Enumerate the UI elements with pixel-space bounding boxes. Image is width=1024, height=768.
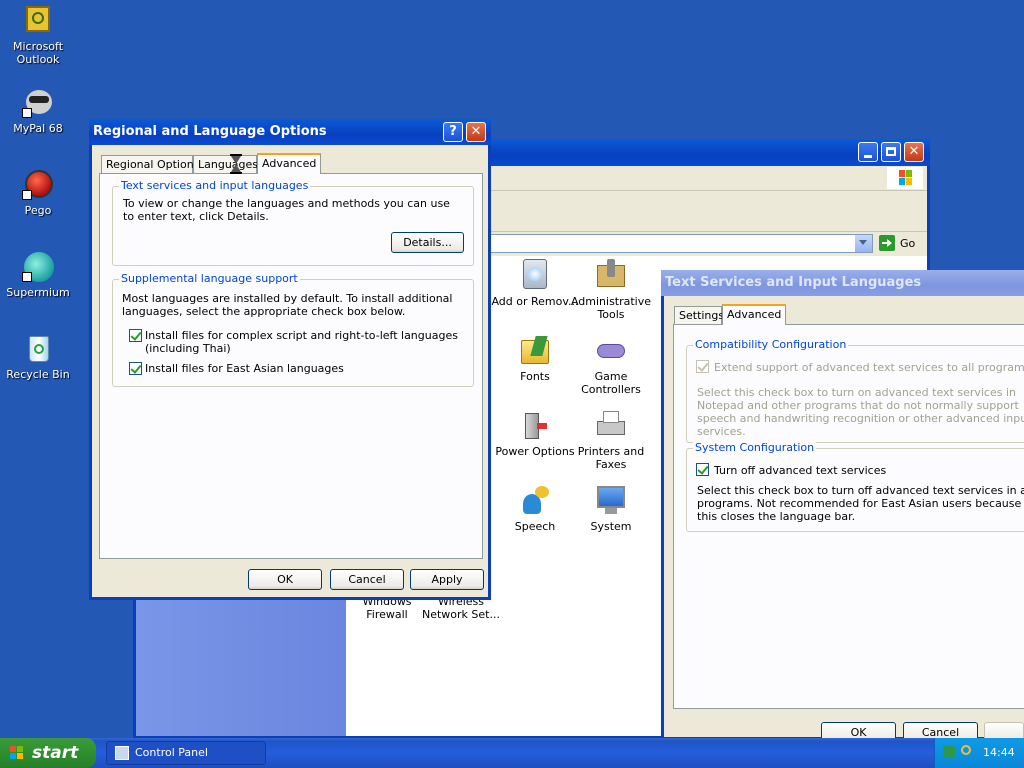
supplemental-group: Supplemental language support Most langu…: [112, 272, 474, 387]
taskbar-item-label: Control Panel: [135, 746, 208, 759]
text-services-group: Text services and input languages To vie…: [112, 179, 474, 266]
complex-script-checkbox[interactable]: [129, 329, 142, 342]
cancel-button[interactable]: Cancel: [330, 569, 404, 590]
printer-icon: [595, 409, 627, 441]
tab-settings[interactable]: Settings: [674, 306, 724, 324]
taskbar: start Control Panel 14:44: [0, 738, 1024, 768]
details-button[interactable]: Details...: [391, 232, 464, 253]
regional-tabs: Regional Options Languages Advanced: [101, 153, 481, 174]
system-description: Select this check box to turn off advanc…: [697, 484, 1024, 523]
dialog-title: Regional and Language Options: [93, 124, 327, 139]
desktop-icon-recycle-bin[interactable]: Recycle Bin: [6, 332, 70, 381]
text-services-tab-panel: Compatibility Configuration Extend suppo…: [673, 324, 1024, 709]
supermium-icon: [22, 250, 54, 282]
outlook-icon: [22, 4, 54, 36]
speech-icon: [519, 484, 551, 516]
cp-item-administrative-tools[interactable]: Administrative Tools: [566, 259, 656, 321]
cp-item-system[interactable]: System: [566, 484, 656, 533]
regional-tab-panel: Text services and input languages To vie…: [99, 173, 483, 559]
east-asian-checkbox[interactable]: [129, 362, 142, 375]
extend-support-label: Extend support of advanced text services…: [714, 361, 1024, 374]
cp-item-printers-faxes[interactable]: Printers and Faxes: [566, 409, 656, 471]
windows-flag-icon: [887, 167, 923, 189]
cp-item-label: Printers and Faxes: [577, 445, 645, 471]
close-button[interactable]: ✕: [904, 142, 924, 162]
gamepad-icon: [595, 334, 627, 366]
network-icon[interactable]: [943, 746, 955, 758]
dialog-title: Text Services and Input Languages: [665, 275, 922, 290]
add-remove-programs-icon: [519, 259, 551, 291]
recycle-bin-icon: [22, 332, 54, 364]
cp-item-game-controllers[interactable]: Game Controllers: [566, 334, 656, 396]
group-title: System Configuration: [693, 441, 817, 454]
text-services-titlebar: Text Services and Input Languages: [661, 270, 1024, 296]
close-button[interactable]: ✕: [466, 122, 486, 142]
system-monitor-icon: [595, 484, 627, 516]
system-tray: 14:44: [934, 738, 1024, 768]
system-config-group: System Configuration Turn off advanced t…: [686, 441, 1024, 532]
tab-advanced[interactable]: Advanced: [722, 304, 786, 325]
chevron-down-icon[interactable]: [855, 235, 872, 252]
administrative-tools-icon: [595, 259, 627, 291]
desktop-icon-label: Microsoft Outlook: [12, 40, 64, 66]
desktop-icon-mypal[interactable]: MyPal 68: [6, 86, 70, 135]
clock: 14:44: [983, 746, 1015, 759]
control-panel-icon: [115, 746, 129, 760]
desktop-icon-supermium[interactable]: Supermium: [6, 250, 70, 299]
maximize-button[interactable]: [881, 142, 901, 162]
cp-item-label: Administrative Tools: [570, 295, 652, 321]
address-input[interactable]: [486, 234, 873, 253]
minimize-button[interactable]: [858, 142, 878, 162]
tab-advanced[interactable]: Advanced: [257, 153, 321, 174]
compatibility-group: Compatibility Configuration Extend suppo…: [686, 338, 1024, 443]
extend-support-checkbox[interactable]: [696, 360, 709, 373]
ok-button[interactable]: OK: [248, 569, 322, 590]
turn-off-label: Turn off advanced text services: [714, 464, 887, 477]
regional-language-dialog: Regional and Language Options ? ✕ Region…: [89, 119, 491, 600]
apply-button[interactable]: Apply: [410, 569, 484, 590]
turn-off-checkbox[interactable]: [696, 463, 709, 476]
start-button[interactable]: start: [0, 738, 96, 768]
desktop-icon-pego[interactable]: Pego: [6, 168, 70, 217]
power-options-icon: [519, 409, 551, 441]
help-button[interactable]: ?: [443, 122, 463, 142]
text-services-dialog: Text Services and Input Languages Settin…: [661, 270, 1024, 743]
group-title: Compatibility Configuration: [693, 338, 849, 351]
hourglass-cursor-icon: [230, 154, 242, 174]
desktop-icon-label: Supermium: [6, 286, 70, 299]
group-title: Text services and input languages: [119, 179, 311, 192]
group-title: Supplemental language support: [119, 272, 300, 285]
cp-item-label: System: [590, 520, 632, 533]
text-services-tabs: Settings Advanced: [674, 304, 1014, 325]
desktop-icon-label: Recycle Bin: [6, 368, 70, 381]
desktop-icon-outlook[interactable]: Microsoft Outlook: [6, 4, 70, 66]
compat-description: Select this check box to turn on advance…: [697, 386, 1024, 438]
start-label: start: [32, 743, 79, 763]
fonts-folder-icon: [519, 334, 551, 366]
east-asian-label: Install files for East Asian languages: [145, 362, 344, 375]
tab-regional-options[interactable]: Regional Options: [101, 155, 199, 173]
windows-logo-icon: [10, 746, 24, 760]
go-arrow-icon[interactable]: [879, 235, 895, 251]
search-icon[interactable]: [961, 745, 971, 755]
regional-titlebar: Regional and Language Options ? ✕: [89, 119, 491, 145]
supplemental-description: Most languages are installed by default.…: [122, 292, 453, 318]
pego-icon: [22, 168, 54, 200]
desktop-icon-label: MyPal 68: [13, 122, 63, 135]
complex-script-label: Install files for complex script and rig…: [145, 329, 458, 355]
text-services-description: To view or change the languages and meth…: [123, 197, 450, 223]
desktop-icon-label: Pego: [24, 204, 52, 217]
tab-languages[interactable]: Languages: [193, 155, 258, 173]
cp-item-label: Game Controllers: [581, 370, 641, 396]
go-button[interactable]: Go: [900, 237, 915, 250]
raccoon-icon: [22, 86, 54, 118]
taskbar-item-control-panel[interactable]: Control Panel: [106, 741, 266, 765]
